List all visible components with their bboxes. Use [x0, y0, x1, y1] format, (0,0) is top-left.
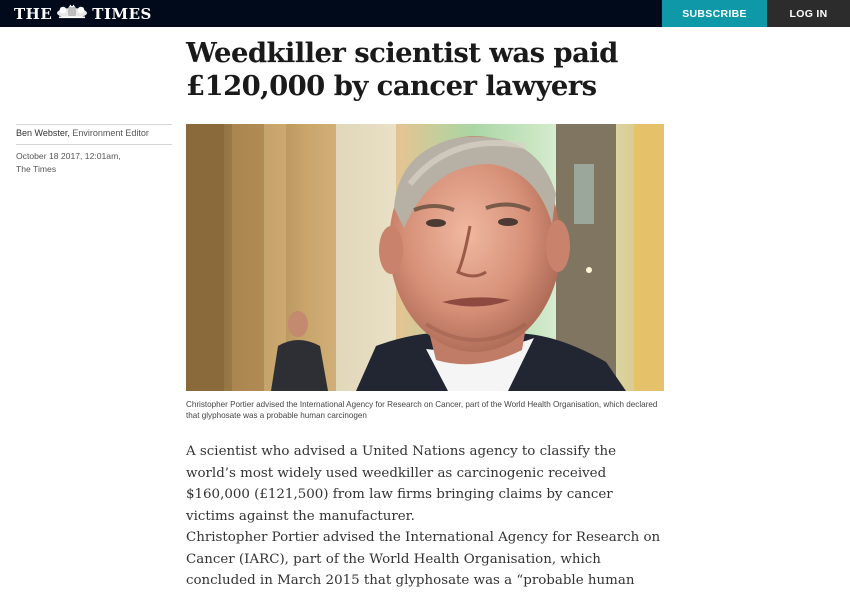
author-role: Environment Editor [72, 128, 149, 138]
publish-date: October 18 2017, 12:01am, [16, 151, 121, 161]
byline-divider-bottom [16, 144, 172, 145]
royal-crest-icon [55, 4, 89, 24]
article-photo [186, 124, 664, 391]
byline-divider-top [16, 124, 172, 125]
article-paragraph: A scientist who advised a United Nations… [186, 444, 617, 524]
logo-word-the: THE [14, 4, 53, 23]
publication-name: The Times [16, 163, 57, 174]
article-paragraph: Christopher Portier advised the Internat… [186, 530, 661, 595]
byline: Ben Webster, Environment Editor [16, 128, 149, 138]
author-link[interactable]: Ben Webster [16, 128, 67, 138]
article-headline: Weedkiller scientist was paid £120,000 b… [186, 37, 618, 102]
logo-word-times: TIMES [92, 4, 152, 23]
image-caption: Christopher Portier advised the Internat… [186, 400, 658, 420]
subscribe-button[interactable]: SUBSCRIBE [662, 0, 767, 27]
portrait-image [186, 124, 664, 391]
the-times-logo[interactable]: THE TIMES [14, 3, 152, 24]
top-navigation-bar: THE TIMES SUBSCRIBE LOG IN [0, 0, 850, 27]
dateline: October 18 2017, 12:01am, The Times [16, 150, 166, 175]
login-button[interactable]: LOG IN [767, 0, 850, 27]
